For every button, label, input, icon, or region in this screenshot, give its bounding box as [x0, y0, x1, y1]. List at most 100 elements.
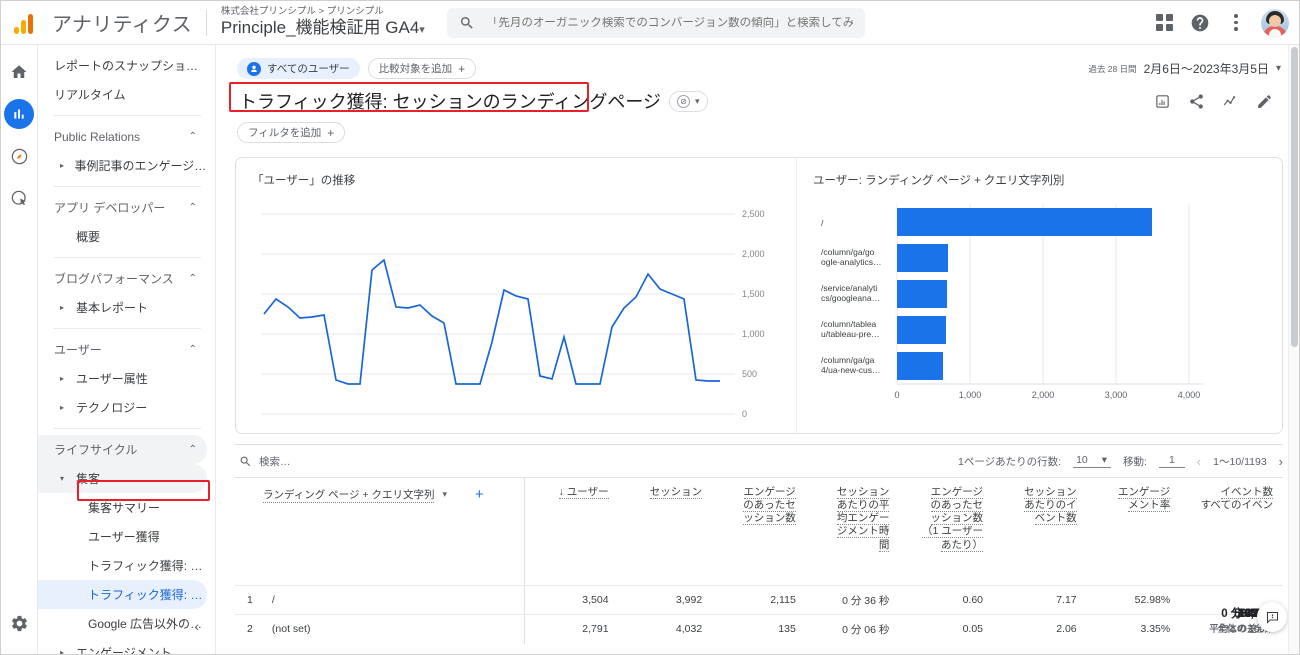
report-content: すべてのユーザー 比較対象を追加 + 過去 28 日間 2月6日〜2023年3月…	[217, 45, 1299, 654]
chevron-up-icon[interactable]: ⌃	[189, 273, 197, 284]
metric-header-events-per-session[interactable]: セッション あたりのイ ベント数 4.73 平均との差 0%	[993, 477, 1273, 635]
triangle-right-icon: ▸	[60, 374, 65, 383]
sidebar-item-engagement[interactable]: ▸ エンゲージメント	[38, 638, 207, 654]
add-filter-chip[interactable]: フィルタを追加 +	[237, 122, 346, 143]
sidebar-item-label: トラフィック獲得: セッシ…	[88, 559, 207, 573]
audience-chip-label: すべてのユーザー	[267, 63, 350, 75]
more-options-icon[interactable]	[1225, 12, 1247, 34]
metric-header-engagement-rate[interactable]: エンゲージ メント率 53.57% 平均との差 0%	[1086, 477, 1273, 635]
chevron-down-icon[interactable]: ▾	[1276, 63, 1281, 74]
sidebar-item-overview[interactable]: 概要	[38, 222, 207, 251]
plus-icon: +	[458, 61, 466, 76]
svg-text:1,000: 1,000	[742, 329, 765, 339]
sidebar-item-basic-report[interactable]: ▸ 基本レポート	[38, 293, 207, 322]
metric-header-label: のあったセ	[930, 499, 984, 513]
metric-header-label: セッション	[836, 486, 890, 499]
triangle-right-icon: ▸	[60, 403, 65, 412]
table-row[interactable]: 2 (not set) 2,791 4,032 135 0 分 06 秒 0.0…	[235, 614, 1283, 644]
metric-header-event-count[interactable]: イベント数 すべてのイベン 全体	[1180, 477, 1283, 635]
report-identity-badge[interactable]: ⊘ ▾	[669, 90, 708, 112]
sidebar-section-app-developer[interactable]: アプリ デベロッパー ⌃	[38, 193, 207, 222]
chevron-down-icon[interactable]: ▾	[442, 489, 447, 500]
sidebar-item-user-attributes[interactable]: ▸ ユーザー属性	[38, 364, 207, 393]
svg-text:2,500: 2,500	[742, 209, 765, 219]
sidebar-collapse-button[interactable]: ‹	[194, 618, 199, 634]
date-range-selector[interactable]: 過去 28 日間 2月6日〜2023年3月5日 ▾	[1088, 60, 1281, 77]
svg-text:/: /	[821, 218, 824, 228]
sidebar-section-lifecycle[interactable]: ライフサイクル ⌃	[38, 435, 207, 464]
dimension-header-label[interactable]: ランディング ページ + クエリ文字列	[263, 487, 435, 503]
edit-icon[interactable]	[1256, 93, 1273, 110]
goto-page-input[interactable]: 1	[1158, 454, 1185, 468]
sidebar-section-user[interactable]: ユーザー ⌃	[38, 335, 207, 364]
table-row[interactable]: 1 / 3,504 3,992 2,115 0 分 36 秒 0.60 7.17…	[235, 585, 1283, 615]
rows-per-page-select[interactable]: 10 ▾	[1073, 454, 1112, 468]
search-input[interactable]	[486, 16, 853, 29]
metric-header-sessions[interactable]: セッション 36,221 全体の 100%	[618, 477, 1273, 635]
account-selector[interactable]: 株式会社プリンシプル > プリンシプル Principle_機能検証用 GA4▾	[221, 6, 425, 37]
sidebar-item-technology[interactable]: ▸ テクノロジー	[38, 393, 207, 422]
metric-header-users[interactable]: ↓ ユーザー 24,539 全体の 100%	[524, 477, 1273, 635]
sidebar-item-label: リアルタイム	[54, 88, 126, 102]
audience-chip-all-users[interactable]: すべてのユーザー	[237, 58, 360, 79]
sidebar-item-acquisition[interactable]: ▾ 集客	[38, 464, 207, 493]
sidebar-item-non-google-ads-cost[interactable]: Google 広告以外の費用	[38, 609, 207, 638]
next-page-button[interactable]: ›	[1279, 454, 1283, 469]
metric-header-label: 間	[878, 538, 890, 552]
scrollbar-thumb[interactable]	[1291, 47, 1298, 347]
row-metric-cell: 52.98%	[1086, 585, 1181, 615]
metric-header-label: セッション	[1024, 486, 1077, 499]
global-search[interactable]	[446, 7, 865, 38]
metric-header-label: あたりの平	[836, 499, 890, 513]
header-divider	[205, 9, 207, 36]
filter-row: フィルタを追加 +	[217, 116, 1299, 143]
sidebar-item-reports-snapshot[interactable]: レポートのスナップショット	[38, 51, 207, 80]
svg-text:3,000: 3,000	[1105, 390, 1128, 400]
sidebar-item-traffic-acquisition-landing-page[interactable]: トラフィック獲得: セッシ…	[38, 580, 207, 609]
admin-settings-icon[interactable]	[4, 608, 34, 638]
dimension-header-cell[interactable]: ランディング ページ + クエリ文字列 ▾ +	[235, 477, 526, 586]
sidebar-item-traffic-acquisition[interactable]: トラフィック獲得: セッシ…	[38, 551, 207, 580]
add-comparison-chip[interactable]: 比較対象を追加 +	[367, 58, 477, 79]
avatar[interactable]	[1261, 8, 1289, 37]
sidebar-divider	[54, 257, 201, 258]
sidebar-divider	[54, 328, 201, 329]
advertising-icon[interactable]	[4, 183, 34, 213]
chevron-down-icon[interactable]: ▾	[419, 24, 425, 36]
table-search-placeholder: 検索…	[259, 455, 291, 468]
row-metric-cell: 2.06	[993, 614, 1087, 644]
sidebar-item-realtime[interactable]: リアルタイム	[38, 80, 207, 109]
insights-icon[interactable]	[1154, 93, 1171, 110]
sidebar-divider	[54, 115, 201, 116]
vertical-scrollbar[interactable]	[1288, 45, 1299, 654]
feedback-button[interactable]	[1257, 602, 1287, 632]
top-bar: アナリティクス 株式会社プリンシプル > プリンシプル Principle_機能…	[1, 1, 1299, 45]
sidebar-section-public-relations[interactable]: Public Relations ⌃	[38, 122, 207, 151]
sidebar-item-acquisition-summary[interactable]: 集客サマリー	[38, 493, 207, 522]
report-actions	[1154, 93, 1281, 110]
reports-icon[interactable]	[4, 99, 34, 129]
compare-icon[interactable]	[1222, 93, 1239, 110]
sidebar-section-blog-performance[interactable]: ブログパフォーマンス ⌃	[38, 264, 207, 293]
apps-grid-icon[interactable]	[1153, 12, 1175, 34]
row-metric-cell: 7.17	[993, 585, 1087, 615]
metric-header-engaged-sessions-per-user[interactable]: エンゲージ のあったセ ッション数 （1 ユーザー あたり） 0.79 平均との…	[899, 477, 1273, 635]
chevron-up-icon[interactable]: ⌃	[189, 344, 197, 355]
metric-header-avg-engagement-time[interactable]: セッション あたりの平 均エンゲー ジメント時 間 0 分 39 秒 平均との差…	[805, 477, 1273, 635]
sidebar-item-label: Google 広告以外の費用	[88, 617, 207, 631]
table-search[interactable]: 検索…	[235, 454, 291, 469]
share-icon[interactable]	[1188, 93, 1205, 110]
chevron-up-icon[interactable]: ⌃	[189, 444, 197, 455]
home-icon[interactable]	[4, 57, 34, 87]
prev-page-button[interactable]: ‹	[1197, 454, 1201, 469]
chevron-up-icon[interactable]: ⌃	[189, 131, 197, 142]
explore-icon[interactable]	[4, 141, 34, 171]
metric-header-label: ジメント時	[836, 525, 890, 539]
sidebar-item-user-acquisition[interactable]: ユーザー獲得	[38, 522, 207, 551]
metric-header-engaged-sessions[interactable]: エンゲージ のあったセ ッション数 19,402 全体の 100%	[712, 477, 1273, 635]
help-icon[interactable]	[1189, 12, 1211, 34]
sidebar-item-case-study-engagement[interactable]: ▸ 事例記事のエンゲージメント	[38, 151, 207, 180]
chevron-down-icon[interactable]: ▾	[695, 96, 700, 107]
add-dimension-button[interactable]: +	[475, 486, 484, 503]
chevron-up-icon[interactable]: ⌃	[189, 202, 197, 213]
